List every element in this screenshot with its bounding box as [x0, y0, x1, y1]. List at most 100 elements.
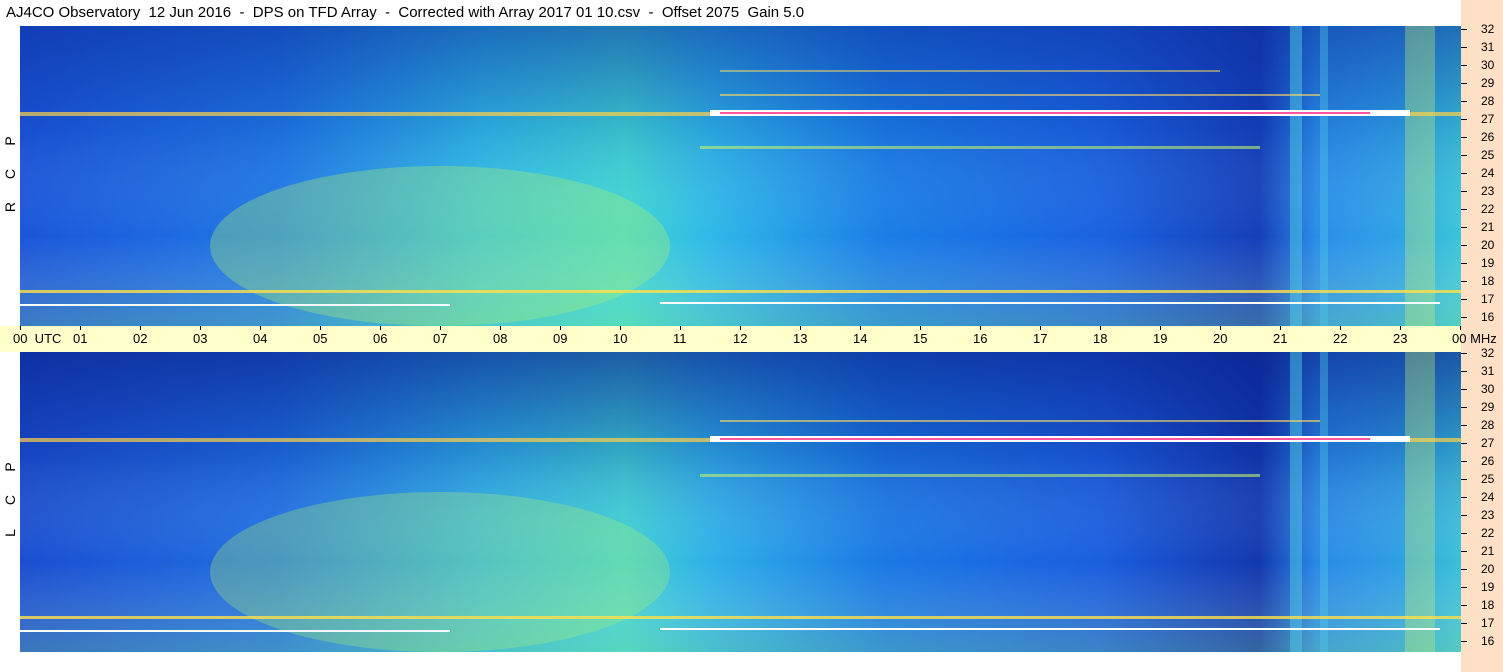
freq-tick [1461, 587, 1467, 588]
rcp-freq-label: 29 [1481, 76, 1495, 90]
lcp-freq-label: 21 [1481, 544, 1495, 558]
time-tick [1040, 326, 1041, 330]
freq-tick [1461, 641, 1467, 642]
freq-tick [1461, 281, 1467, 282]
time-tick [1280, 326, 1281, 330]
time-label-18: 18 [1093, 331, 1108, 346]
time-label-17: 17 [1033, 331, 1048, 346]
rcp-polarization-label: P C R [2, 124, 18, 224]
time-tick [440, 326, 441, 330]
lcp-letter-c: C [2, 494, 18, 506]
time-label-22: 22 [1333, 331, 1348, 346]
lcp-freq-label: 23 [1481, 508, 1495, 522]
lcp-freq-label: 24 [1481, 490, 1495, 504]
window-title: AJ4CO Observatory 12 Jun 2016 - DPS on T… [0, 0, 1460, 26]
freq-tick [1461, 209, 1467, 210]
time-tick [1400, 326, 1401, 330]
lcp-polarization-label: P C L [2, 450, 18, 550]
freq-tick [1461, 191, 1467, 192]
time-tick [20, 326, 21, 330]
time-tick [620, 326, 621, 330]
time-tick [140, 326, 141, 330]
lcp-freq-label: 28 [1481, 418, 1495, 432]
time-tick [860, 326, 861, 330]
rcp-freq-label: 20 [1481, 238, 1495, 252]
time-label-02: 02 [133, 331, 148, 346]
freq-tick [1461, 173, 1467, 174]
freq-tick [1461, 155, 1467, 156]
lcp-spectrogram-image [20, 352, 1461, 652]
rcp-freq-label: 23 [1481, 184, 1495, 198]
time-tick [1460, 326, 1461, 330]
freq-tick [1461, 407, 1467, 408]
rcp-freq-label: 27 [1481, 112, 1495, 126]
rcp-freq-label: 32 [1481, 22, 1495, 36]
time-label-21: 21 [1273, 331, 1288, 346]
rcp-freq-label: 30 [1481, 58, 1495, 72]
freq-tick [1461, 47, 1467, 48]
time-label-14: 14 [853, 331, 868, 346]
lcp-freq-label: 26 [1481, 454, 1495, 468]
time-label-06: 06 [373, 331, 388, 346]
time-label-00: 00 UTC [13, 331, 62, 346]
time-label-23: 23 [1393, 331, 1408, 346]
lcp-freq-label: 20 [1481, 562, 1495, 576]
time-label-08: 08 [493, 331, 508, 346]
freq-tick [1461, 515, 1467, 516]
lcp-freq-label: 30 [1481, 382, 1495, 396]
rcp-freq-label: 21 [1481, 220, 1495, 234]
time-label-15: 15 [913, 331, 928, 346]
lcp-freq-label: 17 [1481, 616, 1495, 630]
freq-tick [1461, 461, 1467, 462]
freq-tick [1461, 623, 1467, 624]
freq-tick [1461, 245, 1467, 246]
time-label-01: 01 [73, 331, 88, 346]
time-tick [800, 326, 801, 330]
time-label-12: 12 [733, 331, 748, 346]
freq-tick [1461, 497, 1467, 498]
freq-tick [1461, 29, 1467, 30]
freq-tick [1461, 551, 1467, 552]
time-label-16: 16 [973, 331, 988, 346]
time-tick [380, 326, 381, 330]
lcp-letter-l: L [2, 529, 18, 537]
rcp-letter-r: R [2, 201, 18, 213]
lcp-spectrogram [20, 352, 1461, 652]
time-tick [920, 326, 921, 330]
freq-tick [1461, 371, 1467, 372]
freq-tick [1461, 353, 1467, 354]
time-label-end: 00 MHz [1452, 331, 1497, 346]
lcp-letter-p: P [2, 462, 18, 472]
lcp-freq-label: 32 [1481, 346, 1495, 360]
lcp-freq-label: 29 [1481, 400, 1495, 414]
freq-tick [1461, 227, 1467, 228]
time-tick [680, 326, 681, 330]
time-tick [500, 326, 501, 330]
freq-tick [1461, 443, 1467, 444]
freq-tick [1461, 425, 1467, 426]
rcp-freq-label: 24 [1481, 166, 1495, 180]
time-tick [1100, 326, 1101, 330]
time-tick [80, 326, 81, 330]
freq-tick [1461, 569, 1467, 570]
time-tick [1160, 326, 1161, 330]
time-tick [740, 326, 741, 330]
freq-tick [1461, 65, 1467, 66]
lcp-freq-label: 19 [1481, 580, 1495, 594]
lcp-freq-label: 22 [1481, 526, 1495, 540]
time-tick [980, 326, 981, 330]
rcp-freq-label: 19 [1481, 256, 1495, 270]
rcp-freq-label: 26 [1481, 130, 1495, 144]
rcp-freq-label: 16 [1481, 310, 1495, 324]
time-label-13: 13 [793, 331, 808, 346]
freq-tick [1461, 101, 1467, 102]
time-tick [1220, 326, 1221, 330]
time-tick [560, 326, 561, 330]
time-tick [260, 326, 261, 330]
rcp-freq-label: 18 [1481, 274, 1495, 288]
time-tick [1340, 326, 1341, 330]
rcp-letter-c: C [2, 168, 18, 180]
rcp-freq-label: 25 [1481, 148, 1495, 162]
freq-tick [1461, 479, 1467, 480]
time-axis: 00 UTC 01 02 03 04 05 06 07 08 09 10 11 … [0, 326, 1497, 352]
